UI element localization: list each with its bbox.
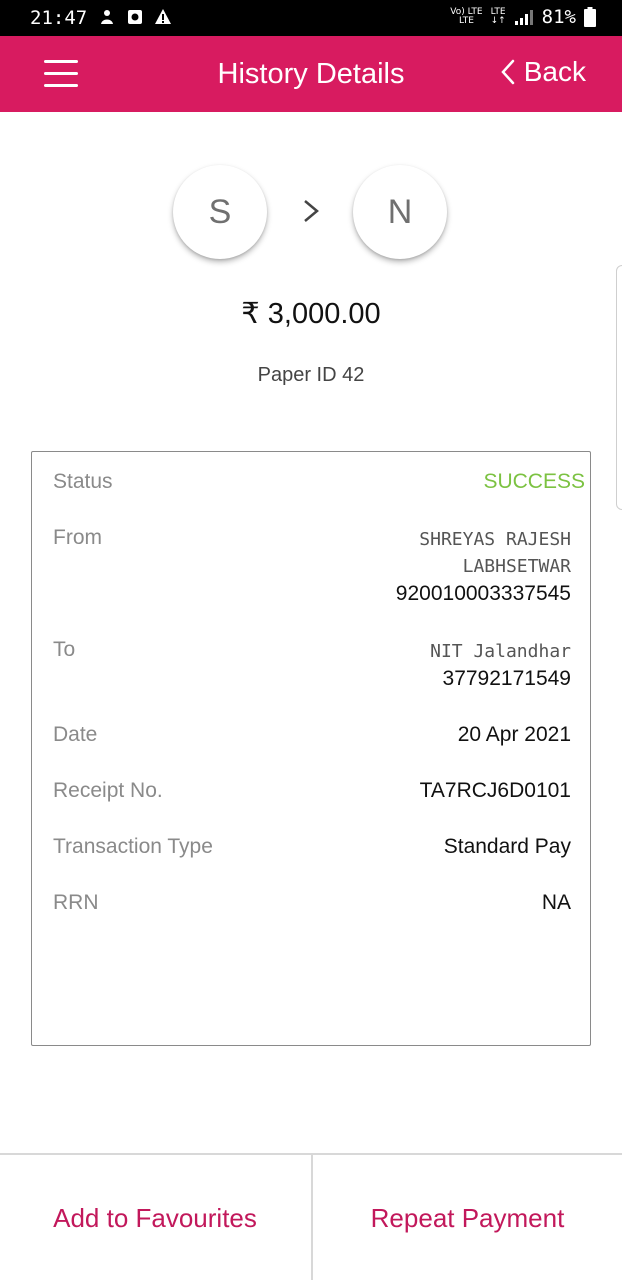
from-value: SHREYAS RAJESH LABHSETWAR 92001000333754…: [396, 526, 571, 608]
rrn-value: NA: [541, 891, 571, 914]
sender-avatar: S: [173, 165, 267, 259]
back-button[interactable]: Back: [500, 56, 586, 88]
from-name: SHREYAS RAJESH: [419, 529, 571, 550]
reference-text: Paper ID 42: [257, 364, 365, 386]
status-time: 21:47: [30, 7, 88, 29]
to-label: To: [53, 638, 76, 661]
amount: ₹ 3,000.00: [241, 298, 381, 330]
app-bar: History Details Back: [0, 36, 622, 112]
sender-initial: S: [208, 192, 232, 231]
signal-icon: [514, 10, 533, 25]
from-account: 920010003337545: [395, 582, 571, 605]
receiver-avatar: N: [353, 165, 447, 259]
chevron-left-icon: [501, 59, 514, 85]
chevron-right-icon: [304, 200, 319, 222]
date-label: Date: [53, 723, 98, 746]
to-name: NIT Jalandhar: [430, 641, 571, 662]
status-label: Status: [53, 470, 113, 493]
from-name-cont: LABHSETWAR: [462, 556, 571, 577]
warning-icon: [155, 9, 171, 24]
system-indicators: Vo) LTE LTE LTE ↓↑ 81%: [450, 6, 596, 28]
add-to-favourites-button[interactable]: Add to Favourites: [0, 1155, 310, 1280]
bottom-action-bar: Add to Favourites Repeat Payment: [0, 1153, 622, 1280]
transaction-type-label: Transaction Type: [53, 835, 213, 858]
receipt-label: Receipt No.: [53, 779, 163, 802]
receiver-initial: N: [387, 192, 413, 231]
receipt-value: TA7RCJ6D0101: [419, 779, 571, 802]
from-label: From: [53, 526, 102, 549]
lte-indicator: LTE ↓↑: [490, 7, 506, 26]
date-value: 20 Apr 2021: [457, 723, 571, 746]
back-label: Back: [523, 56, 586, 87]
media-notification-icon: [128, 10, 142, 24]
battery-percent: 81%: [541, 6, 576, 28]
transaction-type-value: Standard Pay: [443, 835, 571, 858]
to-account: 37792171549: [442, 667, 571, 690]
volte-indicator: Vo) LTE LTE: [450, 7, 483, 26]
app-notification-icon: [101, 10, 113, 24]
status-badge: SUCCESS: [483, 470, 585, 493]
rrn-label: RRN: [53, 891, 99, 914]
repeat-payment-button[interactable]: Repeat Payment: [311, 1155, 622, 1280]
transaction-details-card: Status SUCCESS From SHREYAS RAJESH LABHS…: [31, 451, 591, 1046]
edge-panel-handle[interactable]: [616, 265, 622, 510]
notification-icons: [98, 8, 172, 26]
to-value: NIT Jalandhar 37792171549: [430, 638, 571, 693]
status-bar: 21:47 Vo) LTE LTE LTE ↓↑ 81%: [0, 0, 622, 36]
battery-icon: [584, 7, 596, 27]
